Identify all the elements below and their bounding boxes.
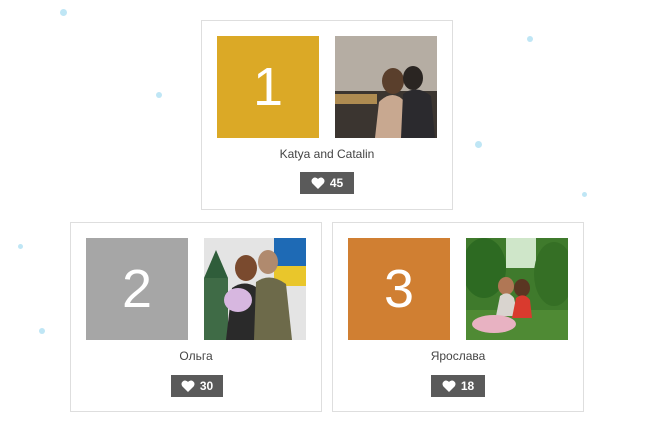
like-count: 30: [199, 379, 214, 393]
heart-icon: [442, 380, 456, 392]
heart-icon: [181, 380, 195, 392]
decorative-dot: [156, 92, 162, 98]
couple-forest-photo[interactable]: [466, 238, 568, 340]
couple-soldier-photo[interactable]: [204, 238, 306, 340]
decorative-dot: [527, 36, 533, 42]
entry-card-2[interactable]: 2 Ольга 30: [70, 222, 322, 412]
entry-card-3[interactable]: 3 Ярослава 18: [332, 222, 584, 412]
couple-sunset-photo[interactable]: [335, 36, 437, 138]
like-count: 18: [460, 379, 475, 393]
decorative-dot: [39, 328, 45, 334]
decorative-dot: [475, 141, 482, 148]
like-button[interactable]: 45: [300, 172, 354, 194]
like-button[interactable]: 30: [171, 375, 223, 397]
decorative-dot: [582, 192, 587, 197]
rank-badge: 3: [348, 238, 450, 340]
decorative-dot: [18, 244, 23, 249]
like-button[interactable]: 18: [431, 375, 485, 397]
like-count: 45: [329, 176, 344, 190]
heart-icon: [311, 177, 325, 189]
rank-badge: 2: [86, 238, 188, 340]
entry-name: Katya and Catalin: [279, 147, 375, 161]
entry-name: Ольга: [179, 349, 213, 363]
decorative-dot: [60, 9, 67, 16]
rank-badge: 1: [217, 36, 319, 138]
entry-card-1[interactable]: 1 Katya and Catalin 45: [201, 20, 453, 210]
entry-name: Ярослава: [430, 349, 486, 363]
